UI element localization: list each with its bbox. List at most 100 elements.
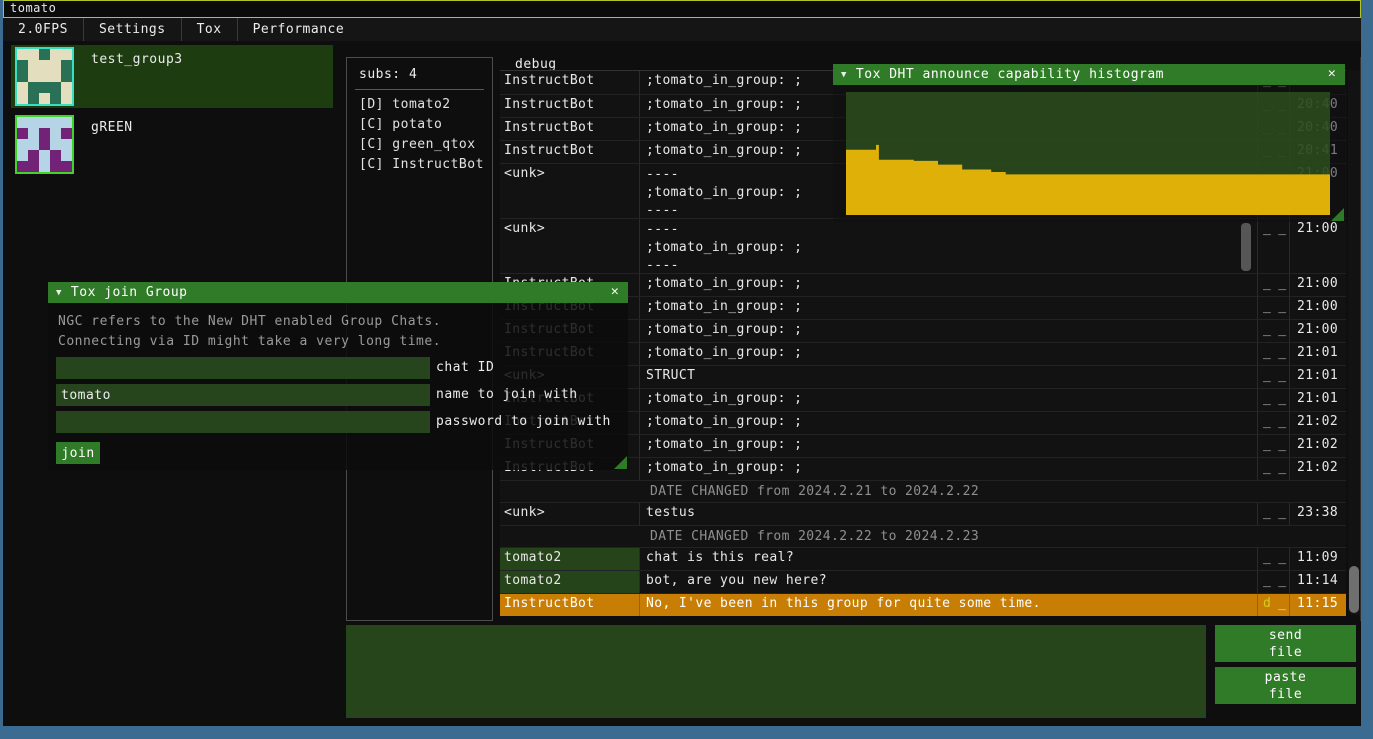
message-sender: tomato2 (500, 548, 640, 570)
avatar-pixel (39, 82, 50, 93)
message-text: ;tomato_in_group: ; (640, 458, 1258, 480)
send-file-button[interactable]: send file (1215, 625, 1356, 662)
join-button[interactable]: join (56, 442, 100, 464)
chat-scrollbar-thumb[interactable] (1349, 566, 1359, 613)
menu-item-tox[interactable]: Tox (182, 18, 238, 41)
message-row[interactable]: tomato2chat is this real?__11:09 (500, 547, 1346, 570)
dht-histogram-titlebar[interactable]: ▼ Tox DHT announce capability histogram … (833, 64, 1345, 85)
avatar-pixel (61, 71, 72, 82)
window-titlebar[interactable]: tomato (3, 0, 1361, 18)
avatar-pixel (50, 150, 61, 161)
avatar-pixel (17, 49, 28, 60)
status-mark: d (1263, 596, 1271, 616)
avatar-pixel (61, 128, 72, 139)
message-time: 11:15 (1290, 594, 1346, 616)
dht-histogram-window: ▼ Tox DHT announce capability histogram … (833, 64, 1345, 222)
paste-file-button[interactable]: paste file (1215, 667, 1356, 704)
join-field-row: name to join with (56, 384, 628, 406)
dht-capability-histogram-plot (846, 92, 1330, 215)
status-mark: _ (1278, 437, 1286, 457)
avatar-pixel (39, 49, 50, 60)
histogram-bars (846, 92, 1330, 215)
chat-scrollbar[interactable] (1348, 70, 1360, 615)
join-field-label: chat ID (436, 357, 494, 379)
avatar-pixel (28, 161, 39, 172)
status-mark: _ (1278, 391, 1286, 411)
message-row[interactable]: <unk>testus__23:38 (500, 502, 1346, 525)
avatar-pixel (17, 139, 28, 150)
join-field-label: name to join with (436, 384, 578, 406)
status-mark: _ (1263, 322, 1271, 342)
menu-item-2-0fps: 2.0FPS (3, 18, 84, 41)
close-icon[interactable]: ✕ (1324, 66, 1340, 82)
message-status: __ (1258, 320, 1290, 342)
member-item[interactable]: [C] green_qtox (347, 135, 492, 155)
message-time: 11:09 (1290, 548, 1346, 570)
close-icon[interactable]: ✕ (607, 284, 623, 300)
menu-item-settings[interactable]: Settings (84, 18, 182, 41)
members-separator (355, 89, 484, 90)
avatar-pixel (50, 139, 61, 150)
avatar-pixel (28, 71, 39, 82)
message-input[interactable] (346, 625, 1206, 718)
status-mark: _ (1278, 460, 1286, 480)
message-row[interactable]: <unk>----;tomato_in_group: ;----__21:00 (500, 218, 1346, 273)
dht-histogram-title: Tox DHT announce capability histogram (856, 67, 1164, 82)
avatar-pixel (39, 150, 50, 161)
message-time: 21:01 (1290, 343, 1346, 365)
message-status: __ (1258, 366, 1290, 388)
message-row[interactable]: InstructBotNo, I've been in this group f… (500, 593, 1346, 616)
join-input-password-to-join-with[interactable] (56, 411, 430, 433)
message-text: ;tomato_in_group: ; (640, 412, 1258, 434)
message-sender: InstructBot (500, 71, 640, 94)
avatar-pixel (17, 117, 28, 128)
join-input-chat-id[interactable] (56, 357, 430, 379)
message-time: 21:00 (1290, 274, 1346, 296)
message-text: testus (640, 503, 1258, 525)
avatar-pixel (61, 139, 72, 150)
avatar-pixel (50, 117, 61, 128)
message-time: 21:02 (1290, 458, 1346, 480)
avatar-pixel (39, 139, 50, 150)
member-item[interactable]: [C] potato (347, 115, 492, 135)
status-mark: _ (1278, 299, 1286, 319)
avatar-pixel (17, 71, 28, 82)
message-status: __ (1258, 219, 1290, 273)
message-line: ---- (646, 257, 1257, 273)
join-group-window: ▼ Tox join Group ✕ NGC refers to the New… (48, 282, 628, 470)
collapse-triangle-icon[interactable]: ▼ (841, 70, 847, 80)
status-mark: _ (1278, 221, 1286, 273)
collapse-triangle-icon[interactable]: ▼ (56, 288, 62, 298)
message-time: 23:38 (1290, 503, 1346, 525)
avatar-pixel (61, 150, 72, 161)
resize-grip-icon[interactable] (614, 456, 627, 469)
group-name: test_group3 (91, 52, 183, 108)
status-mark: _ (1278, 550, 1286, 570)
message-row[interactable]: tomato2bot, are you new here?__11:14 (500, 570, 1346, 593)
menubar: 2.0FPSSettingsToxPerformance (3, 18, 1361, 41)
avatar-pixel (50, 82, 61, 93)
message-text: ;tomato_in_group: ; (640, 320, 1258, 342)
menu-item-performance[interactable]: Performance (238, 18, 360, 41)
sidebar-group-gREEN[interactable]: gREEN (11, 113, 333, 172)
avatar-pixel (39, 60, 50, 71)
member-item[interactable]: [D] tomato2 (347, 95, 492, 115)
message-line: ;tomato_in_group: ; (646, 239, 1257, 257)
sidebar-group-test_group3[interactable]: test_group3 (11, 45, 333, 108)
avatar-pixel (61, 60, 72, 71)
avatar-pixel (28, 150, 39, 161)
message-text: ;tomato_in_group: ; (640, 297, 1258, 319)
avatar-pixel (50, 93, 61, 104)
avatar-pixel (50, 60, 61, 71)
message-text: ;tomato_in_group: ; (640, 343, 1258, 365)
message-inner-scrollbar-thumb[interactable] (1241, 223, 1251, 271)
avatar-pixel (28, 93, 39, 104)
status-mark: _ (1278, 368, 1286, 388)
member-item[interactable]: [C] InstructBot (347, 155, 492, 175)
avatar-pixel (61, 161, 72, 172)
resize-grip-icon[interactable] (1331, 208, 1344, 221)
message-status: __ (1258, 297, 1290, 319)
join-group-titlebar[interactable]: ▼ Tox join Group ✕ (48, 282, 628, 303)
join-input-name-to-join-with[interactable] (56, 384, 430, 406)
join-group-title: Tox join Group (71, 285, 188, 300)
